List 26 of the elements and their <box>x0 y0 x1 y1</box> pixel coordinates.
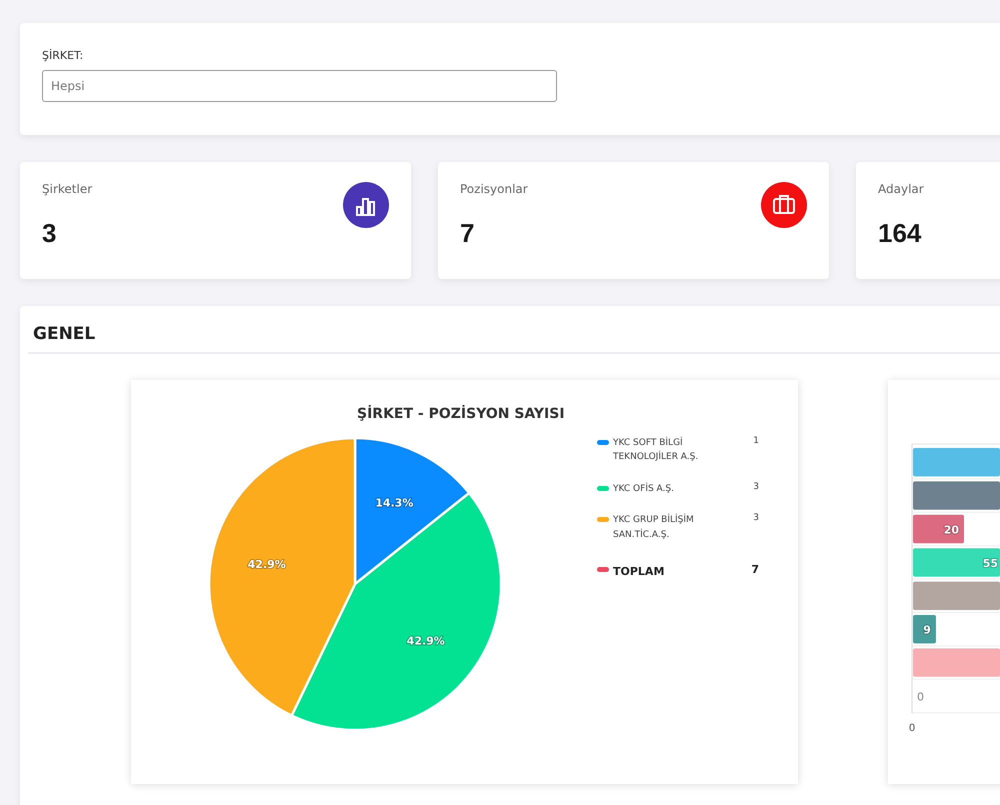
chart-title: ŞİRKET - POZİSYON SAYISI <box>357 406 566 422</box>
bar-value-label: 55 <box>982 556 998 570</box>
stat-label: Şirketler <box>42 182 92 196</box>
bar-value-label: 0 <box>917 690 924 704</box>
legend-count: 3 <box>753 513 759 524</box>
legend-label: YKC OFİS A.Ş. <box>613 482 675 496</box>
legend-label: YKC SOFT BİLGİ TEKNOLOJİLER A.Ş. <box>613 436 700 464</box>
filter-label: ŞİRKET: <box>42 49 84 62</box>
slice-value-label: 14.3% <box>375 496 414 510</box>
bar-value-label: 9 <box>923 624 931 637</box>
legend-count: 1 <box>753 436 759 446</box>
legend-label: YKC GRUP BİLİŞİM SAN.TİC.A.Ş. <box>613 513 695 542</box>
legend-label: TOPLAM <box>613 564 666 580</box>
company-select-field[interactable]: Hepsi <box>42 70 557 102</box>
stat-label: Adaylar <box>878 182 924 196</box>
slice-value-label: 42.9% <box>406 634 445 648</box>
panel-title: GENEL <box>33 324 96 344</box>
stat-label: Pozisyonlar <box>460 182 528 196</box>
stat-value: 3 <box>42 218 58 249</box>
legend-count: 3 <box>753 482 759 492</box>
bar-value-label: 20 <box>944 524 959 536</box>
axis-tick-label: 0 <box>908 723 916 734</box>
slice-value-label: 42.9% <box>248 558 286 571</box>
legend-count: 7 <box>751 562 759 576</box>
stat-value: 164 <box>878 218 922 249</box>
stat-value: 7 <box>460 218 476 249</box>
